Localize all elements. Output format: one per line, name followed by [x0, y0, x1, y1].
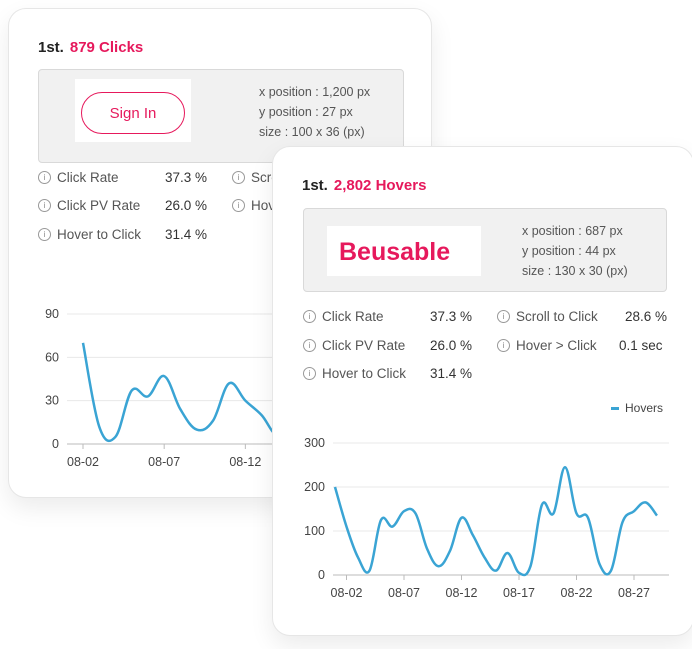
y-position: y position : 44 px: [522, 244, 616, 258]
info-icon[interactable]: i: [38, 171, 51, 184]
logo-text: Beusable: [339, 238, 450, 266]
y-tick-label: 100: [304, 524, 325, 538]
stat-label: Click PV Rate: [322, 338, 406, 353]
stat-hover-click: i Hov: [232, 198, 275, 213]
x-tick-label: 08-07: [388, 586, 420, 600]
heatmap-card-hovers: 1st. 2,802 Hovers Beusable x position : 6…: [272, 146, 692, 636]
stat-value: 26.0 %: [430, 338, 473, 353]
element-meta: x position : 687 px y position : 44 px s…: [522, 221, 628, 281]
element-meta: x position : 1,200 px y position : 27 px…: [259, 82, 370, 142]
info-icon[interactable]: i: [232, 199, 245, 212]
stat-value: 37.3 %: [430, 309, 473, 324]
info-icon[interactable]: i: [303, 339, 316, 352]
stat-label: Scroll to Click: [516, 309, 598, 324]
y-tick-label: 300: [304, 436, 325, 450]
x-tick-label: 08-02: [331, 586, 363, 600]
info-icon[interactable]: i: [303, 367, 316, 380]
x-tick-label: 08-27: [618, 586, 650, 600]
x-tick-label: 08-07: [148, 455, 180, 469]
stat-hover-click: i Hover > Click: [497, 338, 597, 353]
element-preview: Beusable x position : 687 px y position …: [303, 208, 667, 292]
y-tick-label: 90: [45, 307, 59, 321]
x-tick-label: 08-12: [446, 586, 478, 600]
element-thumbnail: Beusable: [327, 226, 481, 276]
y-tick-label: 0: [318, 568, 325, 582]
x-tick-label: 08-17: [503, 586, 535, 600]
stat-hover-to-click: i Hover to Click: [38, 227, 141, 242]
info-icon[interactable]: i: [232, 171, 245, 184]
series-line: [333, 465, 658, 577]
stat-value: 0.1 sec: [619, 338, 663, 353]
card-title: 1st. 2,802 Hovers: [302, 177, 426, 194]
y-tick-label: 60: [45, 350, 59, 364]
stat-click-rate: i Click Rate: [38, 170, 119, 185]
legend-swatch: [611, 406, 619, 410]
rank-label: 1st.: [38, 39, 64, 56]
info-icon[interactable]: i: [497, 339, 510, 352]
stat-value: 31.4 %: [165, 227, 208, 242]
element-size: size : 130 x 30 (px): [522, 264, 628, 278]
stat-label: Hover to Click: [322, 366, 407, 381]
stat-label: Hover to Click: [57, 227, 142, 242]
stat-label: Click Rate: [322, 309, 384, 324]
stat-label: Hover > Click: [516, 338, 597, 353]
y-tick-label: 0: [52, 437, 59, 451]
stat-value: 31.4 %: [430, 366, 473, 381]
stat-value: 37.3 %: [165, 170, 208, 185]
chart-legend[interactable]: Hovers: [611, 401, 663, 415]
stat-click-pv-rate: i Click PV Rate: [38, 198, 140, 213]
card-title: 1st. 879 Clicks: [38, 39, 143, 56]
stat-click-rate: i Click Rate: [303, 309, 384, 324]
sign-in-button[interactable]: Sign In: [81, 92, 185, 134]
metric-label: 2,802 Hovers: [333, 177, 427, 194]
x-position: x position : 1,200 px: [259, 85, 371, 99]
x-position: x position : 687 px: [522, 224, 623, 238]
info-icon[interactable]: i: [303, 310, 316, 323]
stat-value: 26.0 %: [165, 198, 208, 213]
stat-hover-to-click: i Hover to Click: [303, 366, 406, 381]
beusable-logo: Beusable: [339, 238, 450, 266]
x-tick-label: 08-02: [67, 455, 99, 469]
stat-value: 28.6 %: [625, 309, 668, 324]
hovers-line-chart: 300 200 100 0 08-02 08-07 08-12 08-17 08-22 08-27: [304, 436, 669, 600]
info-icon[interactable]: i: [38, 199, 51, 212]
info-icon[interactable]: i: [38, 228, 51, 241]
stat-scroll-to-click: i Scroll to Click: [497, 309, 598, 324]
metric-label: 879 Clicks: [69, 39, 144, 56]
stat-label: Click PV Rate: [57, 198, 141, 213]
y-position: y position : 27 px: [259, 105, 353, 119]
element-size: size : 100 x 36 (px): [259, 125, 365, 139]
legend-label: Hovers: [625, 401, 664, 415]
rank-label: 1st.: [302, 177, 328, 194]
element-thumbnail: Sign In: [75, 79, 191, 142]
x-tick-label: 08-12: [229, 455, 261, 469]
stat-label: Click Rate: [57, 170, 119, 185]
info-icon[interactable]: i: [497, 310, 510, 323]
y-tick-label: 30: [45, 394, 59, 408]
x-tick-label: 08-22: [561, 586, 593, 600]
y-tick-label: 200: [304, 480, 325, 494]
stat-click-pv-rate: i Click PV Rate: [303, 338, 405, 353]
